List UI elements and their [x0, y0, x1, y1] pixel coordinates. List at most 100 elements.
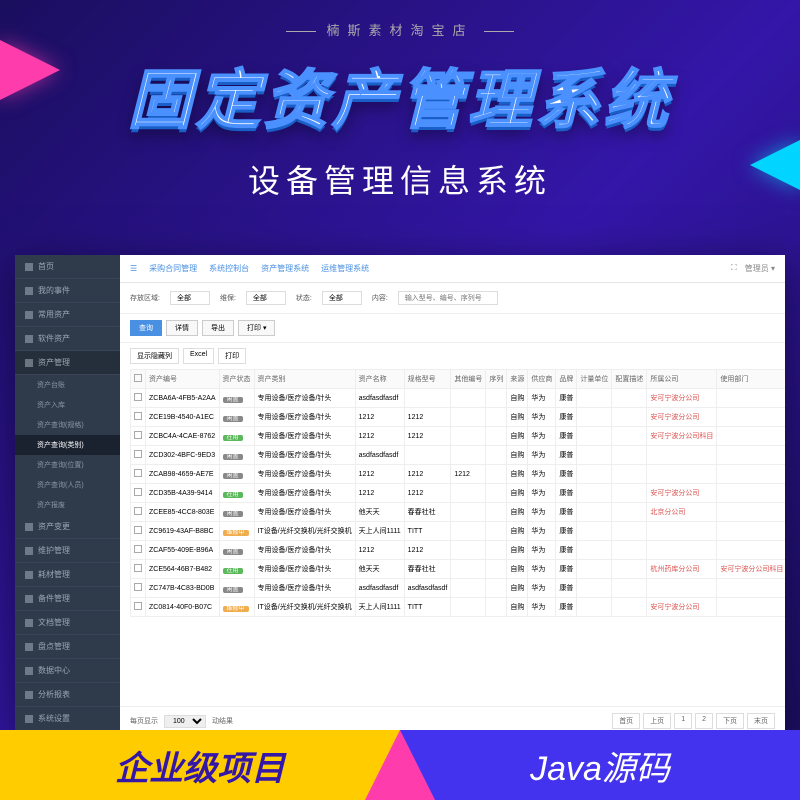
dept-select[interactable]: 全部 — [246, 291, 286, 305]
sidebar-item-change[interactable]: 资产变更 — [15, 515, 120, 539]
column-header[interactable]: 资产名称 — [355, 370, 404, 389]
cell-serial — [486, 503, 507, 522]
content-input[interactable] — [398, 291, 498, 305]
topnav-asset[interactable]: 资产管理系统 — [261, 263, 309, 274]
sidebar-item-data[interactable]: 数据中心 — [15, 659, 120, 683]
table-row[interactable]: ZCD302-4BFC-9ED3闲置专用设备/医疗设备/针头asdfasdfas… — [131, 446, 786, 465]
mat-icon — [25, 571, 33, 579]
cell-comp: 安可宁波分公司 — [647, 598, 717, 617]
table-row[interactable]: ZCBA6A-4FB5-A2AA闲置专用设备/医疗设备/针头asdfasdfas… — [131, 389, 786, 408]
table-row[interactable]: ZC9619-43AF-B8BC维修中IT设备/光纤交换机/光纤交换机天上人间1… — [131, 522, 786, 541]
page-last[interactable]: 末页 — [747, 713, 775, 729]
row-check[interactable] — [131, 579, 146, 598]
column-header[interactable]: 资产状态 — [219, 370, 254, 389]
row-check[interactable] — [131, 503, 146, 522]
column-header[interactable]: 序列 — [486, 370, 507, 389]
sidebar-item-user[interactable]: 我的事件 — [15, 279, 120, 303]
sidebar-sub[interactable]: 资产报废 — [15, 495, 120, 515]
menu-icon[interactable]: ☰ — [130, 264, 137, 273]
per-select[interactable]: 100 — [164, 715, 206, 728]
column-header[interactable]: 供应商 — [528, 370, 556, 389]
column-header[interactable]: 品牌 — [556, 370, 577, 389]
page-next[interactable]: 下页 — [716, 713, 744, 729]
cell-status: 闲置 — [219, 465, 254, 484]
sidebar-item-cube[interactable]: 常用资产 — [15, 303, 120, 327]
row-check[interactable] — [131, 484, 146, 503]
topnav-console[interactable]: 系统控制台 — [209, 263, 249, 274]
column-header[interactable]: 所属公司 — [647, 370, 717, 389]
print-button[interactable]: 打印 ▾ — [238, 320, 275, 336]
row-check[interactable] — [131, 389, 146, 408]
column-header[interactable]: 资产编号 — [146, 370, 220, 389]
user-menu[interactable]: 管理员 ▾ — [745, 263, 775, 274]
sidebar-label: 备件管理 — [38, 593, 70, 604]
sidebar-item-soft[interactable]: 软件资产 — [15, 327, 120, 351]
total-label: 动结果 — [212, 716, 233, 726]
topnav-ops[interactable]: 运维管理系统 — [321, 263, 369, 274]
cell-status: 闲置 — [219, 389, 254, 408]
cell-brand: 康普 — [556, 465, 577, 484]
area-select[interactable]: 全部 — [170, 291, 210, 305]
sidebar-item-mat[interactable]: 耗材管理 — [15, 563, 120, 587]
table-row[interactable]: ZCAF55-409E-B96A闲置专用设备/医疗设备/针头12121212自购… — [131, 541, 786, 560]
page-1[interactable]: 1 — [674, 713, 692, 729]
sidebar-sub[interactable]: 资产查询(位置) — [15, 455, 120, 475]
cols-button[interactable]: 显示隐藏列 — [130, 348, 179, 364]
column-header[interactable]: 计量单位 — [577, 370, 612, 389]
sidebar-item-asset[interactable]: 资产管理 — [15, 351, 120, 375]
table-row[interactable]: ZCAB98-4659-AE7E闲置专用设备/医疗设备/针头1212121212… — [131, 465, 786, 484]
sidebar-item-inv[interactable]: 盘点管理 — [15, 635, 120, 659]
column-header[interactable]: 其他编号 — [451, 370, 486, 389]
cell-unit — [577, 408, 612, 427]
page-prev[interactable]: 上页 — [643, 713, 671, 729]
page-first[interactable]: 首页 — [612, 713, 640, 729]
table-row[interactable]: ZCE564-46B7-B482在用专用设备/医疗设备/针头他天天春春社社自购华… — [131, 560, 786, 579]
cell-brand: 康普 — [556, 446, 577, 465]
table-row[interactable]: ZCBC4A-4CAE-8762在用专用设备/医疗设备/针头12121212自购… — [131, 427, 786, 446]
page-2[interactable]: 2 — [695, 713, 713, 729]
row-check[interactable] — [131, 427, 146, 446]
sidebar-item-maint[interactable]: 维护管理 — [15, 539, 120, 563]
sidebar-sub[interactable]: 资产查询(类别) — [15, 435, 120, 455]
row-check[interactable] — [131, 446, 146, 465]
sidebar-item-sys[interactable]: 系统设置 — [15, 707, 120, 731]
fullscreen-icon[interactable]: ⛶ — [731, 263, 737, 274]
column-header[interactable]: 规格型号 — [404, 370, 451, 389]
cell-dept — [717, 408, 785, 427]
table-row[interactable]: ZCEE85-4CC8-803E闲置专用设备/医疗设备/针头他天天春春社社自购华… — [131, 503, 786, 522]
sidebar-item-doc[interactable]: 文档管理 — [15, 611, 120, 635]
table-row[interactable]: ZCE19B-4540-A1EC闲置专用设备/医疗设备/针头12121212自购… — [131, 408, 786, 427]
row-check[interactable] — [131, 465, 146, 484]
table-row[interactable]: ZC747B-4C83-BD0B闲置专用设备/医疗设备/针头asdfasdfas… — [131, 579, 786, 598]
sidebar-sub[interactable]: 资产查询(规格) — [15, 415, 120, 435]
cell-sup: 华为 — [528, 541, 556, 560]
sidebar-sub[interactable]: 资产入库 — [15, 395, 120, 415]
print-tool-button[interactable]: 打印 — [218, 348, 246, 364]
sidebar-sub[interactable]: 资产查询(人员) — [15, 475, 120, 495]
table-row[interactable]: ZC0814-40F0-B07C维修中IT设备/光纤交换机/光纤交换机天上人间1… — [131, 598, 786, 617]
detail-button[interactable]: 详情 — [166, 320, 198, 336]
column-header[interactable]: 来源 — [507, 370, 528, 389]
row-check[interactable] — [131, 560, 146, 579]
row-check[interactable] — [131, 522, 146, 541]
export-button[interactable]: 导出 — [202, 320, 234, 336]
sidebar-item-spare[interactable]: 备件管理 — [15, 587, 120, 611]
column-header[interactable]: 使用部门 — [717, 370, 785, 389]
query-button[interactable]: 查询 — [130, 320, 162, 336]
row-check[interactable] — [131, 541, 146, 560]
status-select[interactable]: 全部 — [322, 291, 362, 305]
cell-name: 1212 — [355, 541, 404, 560]
check-all[interactable] — [131, 370, 146, 389]
sidebar-item-home[interactable]: 首页 — [15, 255, 120, 279]
footer-right: Java源码 — [400, 730, 800, 800]
sidebar-sub[interactable]: 资产台账 — [15, 375, 120, 395]
column-header[interactable]: 配置描述 — [612, 370, 647, 389]
sidebar-item-report[interactable]: 分析报表 — [15, 683, 120, 707]
row-check[interactable] — [131, 408, 146, 427]
topnav-purchase[interactable]: 采购合同管理 — [149, 263, 197, 274]
sidebar-label: 数据中心 — [38, 665, 70, 676]
excel-button[interactable]: Excel — [183, 348, 214, 364]
table-row[interactable]: ZCD35B-4A39-9414在用专用设备/医疗设备/针头12121212自购… — [131, 484, 786, 503]
column-header[interactable]: 资产类别 — [254, 370, 355, 389]
row-check[interactable] — [131, 598, 146, 617]
